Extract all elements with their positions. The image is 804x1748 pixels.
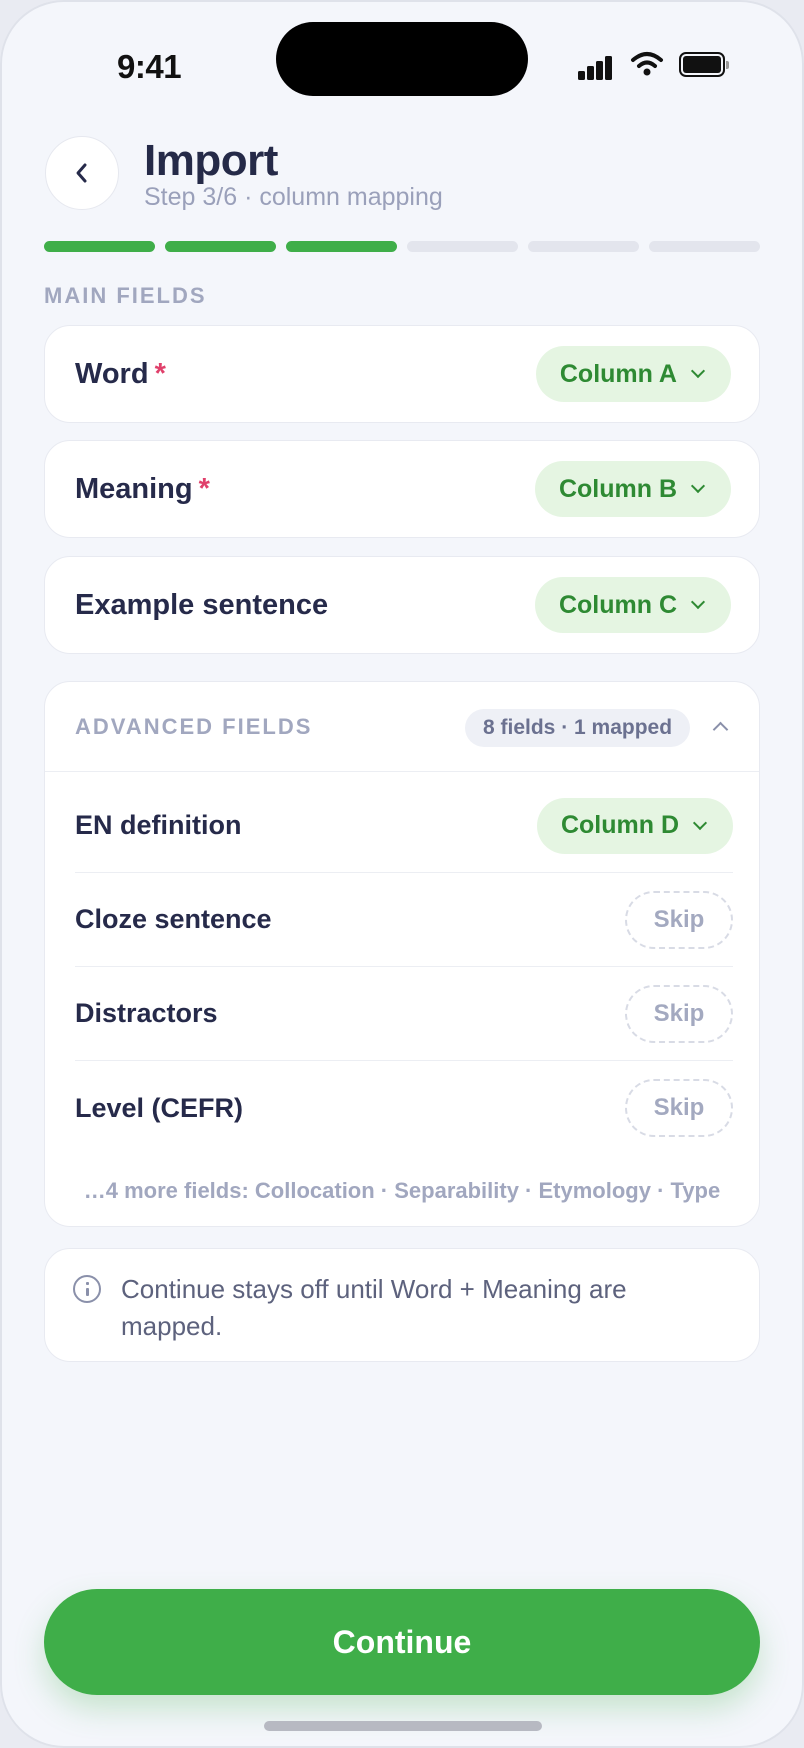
progress-segment xyxy=(649,241,760,252)
column-select-example-sentence[interactable]: Column C xyxy=(534,577,731,633)
phone-screen: 9:41 Import Step 3/6 · column mapping MA… xyxy=(0,0,804,1748)
column-select-meaning[interactable]: Column B xyxy=(534,461,731,517)
chevron-down-icon xyxy=(691,595,705,609)
cellular-signal-icon xyxy=(578,54,614,80)
progress-segment xyxy=(286,241,397,252)
field-row-word: Word * Column A xyxy=(44,325,760,423)
info-icon xyxy=(73,1275,101,1303)
field-label: Level (CEFR) xyxy=(75,1092,244,1123)
skip-button-level-cefr[interactable]: Skip xyxy=(625,1079,733,1137)
field-label: Cloze sentence xyxy=(75,904,272,934)
dynamic-island xyxy=(276,22,528,96)
info-text: Continue stays off until Word + Meaning … xyxy=(121,1274,627,1341)
advanced-row-cloze-sentence: Cloze sentence Skip xyxy=(75,873,733,967)
progress-segment xyxy=(528,241,639,252)
home-indicator xyxy=(264,1721,542,1731)
chevron-down-icon xyxy=(691,479,705,493)
advanced-fields-header[interactable]: ADVANCED FIELDS 8 fields · 1 mapped xyxy=(45,682,759,772)
advanced-fields-card: ADVANCED FIELDS 8 fields · 1 mapped EN d… xyxy=(44,681,760,1227)
chevron-down-icon xyxy=(693,816,707,830)
advanced-row-distractors: Distractors Skip xyxy=(75,967,733,1061)
field-row-example-sentence: Example sentence Column C xyxy=(44,556,760,654)
main-fields-heading: MAIN FIELDS xyxy=(44,283,207,308)
fields-count-badge: 8 fields · 1 mapped xyxy=(465,709,691,747)
page-title: Import xyxy=(144,136,278,185)
page-subtitle: Step 3/6 · column mapping xyxy=(144,183,443,211)
progress-segment xyxy=(407,241,518,252)
progress-segment xyxy=(165,241,276,252)
column-select-word[interactable]: Column A xyxy=(535,346,731,402)
advanced-fields-heading: ADVANCED FIELDS xyxy=(75,713,313,739)
field-label: EN definition xyxy=(75,810,242,840)
chevron-down-icon xyxy=(691,364,705,378)
back-button[interactable] xyxy=(45,136,119,210)
info-note: Continue stays off until Word + Meaning … xyxy=(44,1248,760,1362)
chevron-up-icon[interactable] xyxy=(713,720,727,734)
field-row-meaning: Meaning * Column B xyxy=(44,440,760,538)
field-label: Distractors xyxy=(75,998,218,1028)
chevron-left-icon xyxy=(76,163,87,183)
step-progress-bar xyxy=(44,241,760,252)
more-fields-link[interactable]: …4 more fields: Collocation · Separabili… xyxy=(45,1178,759,1204)
continue-button[interactable]: Continue xyxy=(44,1589,760,1695)
skip-button-cloze-sentence[interactable]: Skip xyxy=(625,890,733,949)
required-mark: * xyxy=(154,357,166,390)
advanced-row-level-cefr: Level (CEFR) Skip xyxy=(75,1061,733,1155)
status-bar: 9:41 xyxy=(0,0,804,110)
progress-segment xyxy=(44,241,155,252)
field-label: Word * xyxy=(75,357,166,390)
field-label: Meaning * xyxy=(75,472,210,505)
battery-icon xyxy=(679,52,729,77)
column-select-en-definition[interactable]: Column D xyxy=(536,797,733,854)
skip-button-distractors[interactable]: Skip xyxy=(625,984,733,1043)
field-label: Example sentence xyxy=(75,588,329,621)
wifi-icon xyxy=(631,52,663,76)
required-mark: * xyxy=(198,472,210,505)
status-time: 9:41 xyxy=(117,48,182,85)
advanced-row-en-definition: EN definition Column D xyxy=(75,779,733,873)
